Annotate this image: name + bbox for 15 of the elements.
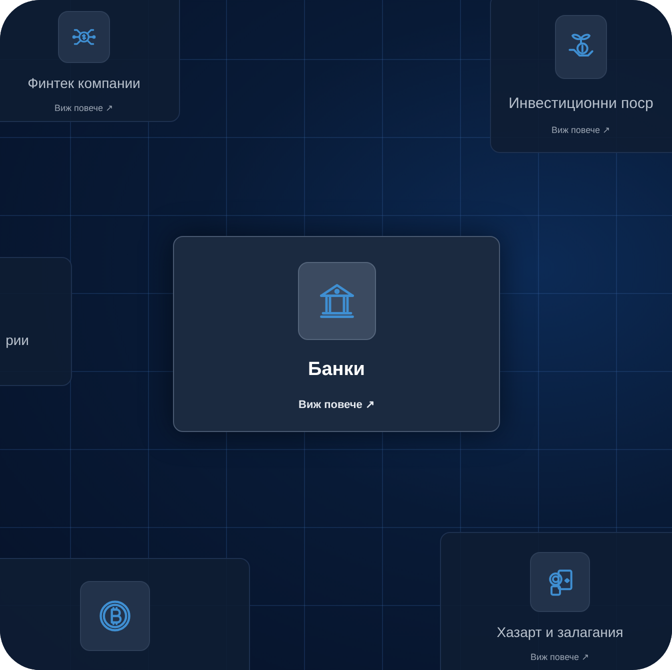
card-title: Банки — [308, 358, 365, 382]
card-title: рии — [6, 331, 29, 350]
see-more-link[interactable]: Виж повече ↗ — [530, 651, 590, 664]
category-card[interactable]: Инвестиционни поср Виж повече ↗ — [490, 0, 672, 153]
category-card[interactable]: Хазарт и залагания Виж повече ↗ — [440, 532, 672, 670]
category-card[interactable] — [0, 558, 250, 670]
card-title: Финтек компании — [28, 74, 140, 93]
see-more-link[interactable]: Виж повече ↗ — [54, 102, 114, 116]
category-card[interactable]: Банки Виж повече ↗ — [173, 236, 500, 432]
card-title: Инвестиционни поср — [508, 94, 654, 114]
category-card[interactable]: Финтек компании Виж повече ↗ — [0, 0, 180, 122]
card-title: Хазарт и залагания — [496, 623, 624, 642]
see-more-link[interactable]: Виж повече ↗ — [298, 396, 374, 413]
see-more-link[interactable]: Виж повече ↗ — [551, 124, 610, 137]
category-card[interactable]: рии — [0, 257, 72, 386]
